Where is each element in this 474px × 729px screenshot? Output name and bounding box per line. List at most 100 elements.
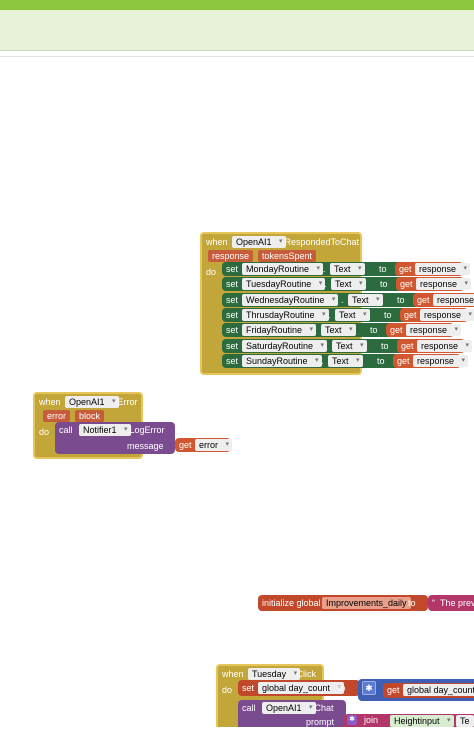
notifier-dropdown[interactable]: Notifier1 <box>79 424 131 436</box>
variable-dropdown[interactable]: error <box>195 439 233 451</box>
to-label: to <box>397 295 405 305</box>
param-error[interactable]: error <box>43 410 71 422</box>
to-label: to <box>370 325 378 335</box>
when-label: when <box>222 669 244 679</box>
toolbar-divider <box>0 56 474 57</box>
get-label: get <box>387 685 400 695</box>
routine-component-dropdown[interactable]: ThrusdayRoutine <box>242 309 329 321</box>
event-name: .RespondedToChat <box>282 237 360 247</box>
routine-component-dropdown[interactable]: SaturdayRoutine <box>242 340 328 352</box>
truncated-text-field: Te <box>456 715 474 727</box>
to-label: to <box>377 356 385 366</box>
text-string-block[interactable]: “ The prev <box>428 595 474 611</box>
response-variable-dropdown[interactable]: response <box>413 355 469 367</box>
event-name: .Error <box>115 397 138 407</box>
get-label: get <box>399 264 412 274</box>
call-label: call <box>242 703 256 713</box>
when-label: when <box>206 237 228 247</box>
param-block[interactable]: block <box>75 410 105 422</box>
message-label: message <box>127 441 164 451</box>
top-color-bar <box>0 0 474 10</box>
property-dropdown[interactable]: Text <box>332 340 367 352</box>
routine-component-dropdown[interactable]: TuesdayRoutine <box>242 278 326 290</box>
get-label: get <box>397 356 410 366</box>
call-method-name: .Chat <box>312 703 334 713</box>
set-variable-dropdown[interactable]: global day_count <box>258 682 345 694</box>
get-response-block[interactable]: get response <box>393 354 469 368</box>
get-variable-dropdown[interactable]: global day_count <box>403 684 474 696</box>
openai-chat-call-block[interactable]: call OpenAI1 .Chat prompt <box>238 700 346 727</box>
global-name-field[interactable]: Improvements_daily <box>322 597 411 609</box>
join-item-dropdown[interactable]: Heightinput <box>390 715 454 727</box>
get-error-block[interactable]: get error <box>175 438 233 452</box>
response-variable-dropdown[interactable]: response <box>415 263 471 275</box>
call-component-dropdown[interactable]: OpenAI1 <box>262 702 316 714</box>
when-label: when <box>39 397 61 407</box>
set-label: set <box>226 325 239 335</box>
response-variable-dropdown[interactable]: response <box>433 294 474 306</box>
quote-open: “ <box>432 598 435 608</box>
join-block[interactable]: ✱ join Heightinput Te <box>344 714 474 727</box>
to-label: to <box>384 310 392 320</box>
get-response-block[interactable]: get response <box>386 323 462 337</box>
routine-component-dropdown[interactable]: MondayRoutine <box>242 263 324 275</box>
set-label: set <box>242 683 255 693</box>
get-label: get <box>404 310 417 320</box>
get-response-block[interactable]: get response <box>400 308 474 322</box>
property-dropdown[interactable]: Text <box>321 324 356 336</box>
routine-component-dropdown[interactable]: SundayRoutine <box>242 355 322 367</box>
do-label: do <box>206 267 217 277</box>
dot-separator: . <box>323 264 326 274</box>
event-name: .Click <box>294 669 316 679</box>
component-dropdown[interactable]: Tuesday <box>248 668 301 680</box>
response-variable-dropdown[interactable]: response <box>420 309 474 321</box>
get-label: get <box>401 341 414 351</box>
set-label: set <box>226 356 239 366</box>
initialize-global-block[interactable]: initialize global Improvements_daily to <box>258 595 428 611</box>
set-label: set <box>226 341 239 351</box>
param-response[interactable]: response <box>208 250 254 262</box>
routine-component-dropdown[interactable]: WednesdayRoutine <box>242 294 339 306</box>
property-dropdown[interactable]: Text <box>331 278 366 290</box>
response-variable-dropdown[interactable]: response <box>406 324 462 336</box>
gear-icon[interactable]: ✱ <box>347 715 357 725</box>
to-label: to <box>338 683 346 693</box>
component-dropdown[interactable]: OpenAI1 <box>65 396 119 408</box>
gear-icon[interactable]: ✱ <box>362 681 376 695</box>
call-label: call <box>59 425 73 435</box>
property-dropdown[interactable]: Text <box>328 355 363 367</box>
dot-separator: . <box>321 356 324 366</box>
get-response-block[interactable]: get response <box>395 262 471 276</box>
set-label: set <box>226 295 239 305</box>
property-dropdown[interactable]: Text <box>335 309 370 321</box>
property-dropdown[interactable]: Text <box>348 294 383 306</box>
response-variable-dropdown[interactable]: response <box>417 340 473 352</box>
get-label: get <box>179 440 192 450</box>
dot-separator: . <box>314 325 317 335</box>
component-dropdown[interactable]: OpenAI1 <box>232 236 286 248</box>
do-label: do <box>39 427 50 437</box>
param-tokens-spent[interactable]: tokensSpent <box>258 250 317 262</box>
workspace-toolbar <box>0 10 474 51</box>
initialize-global-label: initialize global <box>262 598 321 608</box>
to-label: to <box>381 341 389 351</box>
text-value: The prev <box>440 598 474 608</box>
log-error-call-block[interactable]: call Notifier1 .LogError message <box>55 422 175 454</box>
routine-component-dropdown[interactable]: FridayRoutine <box>242 324 317 336</box>
do-label: do <box>222 685 233 695</box>
dot-separator: . <box>341 295 344 305</box>
set-label: set <box>226 279 239 289</box>
dot-separator: . <box>328 310 331 320</box>
response-variable-dropdown[interactable]: response <box>416 278 472 290</box>
get-response-block[interactable]: get response <box>413 293 474 307</box>
get-response-block[interactable]: get response <box>396 277 472 291</box>
to-label: to <box>380 279 388 289</box>
set-label: set <box>226 264 239 274</box>
get-response-block[interactable]: get response <box>397 339 473 353</box>
property-dropdown[interactable]: Text <box>330 263 365 275</box>
get-label: get <box>390 325 403 335</box>
get-global-day-count-block[interactable]: get global day_count <box>383 683 474 698</box>
set-global-day-count-block[interactable]: set global day_count to <box>238 680 360 696</box>
method-name: .LogError <box>127 425 165 435</box>
dot-separator: . <box>324 279 327 289</box>
